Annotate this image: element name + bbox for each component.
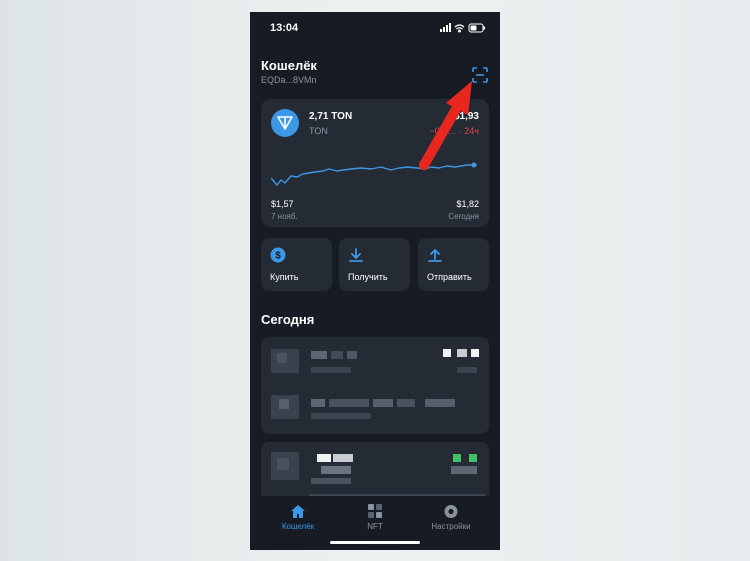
battery-icon [468,23,485,33]
scan-icon [472,67,488,83]
download-icon [349,248,363,262]
balance-card[interactable]: 2,71 TON TON $1,93 −0,0… · 24ч $1,57 7 н… [261,99,489,227]
list-item[interactable] [261,385,489,434]
svg-text:$: $ [275,251,281,262]
ton-logo-icon [271,109,299,137]
chart-min-price: $1,57 [271,199,294,209]
send-button[interactable]: Отправить [418,238,489,291]
gear-icon [444,505,458,518]
scan-qr-button[interactable] [472,67,488,83]
home-indicator [330,541,420,544]
section-title-today: Сегодня [261,312,315,327]
tab-settings[interactable]: Настройки [421,496,481,536]
home-icon [291,505,305,518]
ton-symbol: TON [309,126,328,136]
wifi-icon [454,24,465,33]
page-title: Кошелёк [261,58,317,73]
tab-nft[interactable]: NFT [345,496,405,536]
send-label: Отправить [427,272,472,282]
status-bar: 13:04 [250,12,500,42]
tab-wallet[interactable]: Кошелёк [268,496,328,536]
ton-change: −0,0… · 24ч [429,126,479,136]
chart-min-date: 7 нояб. [271,212,298,221]
receive-button[interactable]: Получить [339,238,410,291]
price-sparkline [271,162,477,186]
transaction-group [261,337,489,434]
receive-label: Получить [348,272,388,282]
chart-max-date: Сегодня [448,212,479,221]
status-icons [440,23,486,33]
status-time: 13:04 [270,22,299,34]
dollar-icon: $ [270,247,286,263]
wallet-address[interactable]: EQDa...8VMn [261,75,317,85]
grid-icon [368,504,382,518]
tab-wallet-label: Кошелёк [281,522,315,531]
chart-max-price: $1,82 [456,199,479,209]
buy-button[interactable]: $ Купить [261,238,332,291]
signal-icon [440,23,451,32]
tab-nft-label: NFT [367,522,383,531]
ton-balance: 2,71 TON [309,111,353,122]
ton-price: $1,93 [453,111,479,122]
tab-settings-label: Настройки [431,522,471,531]
phone-screen: 13:04 Кошелёк EQDa...8VMn 2,71 TON TON $… [250,12,500,550]
upload-icon [428,249,442,262]
list-item[interactable] [261,337,489,385]
buy-label: Купить [270,272,299,282]
